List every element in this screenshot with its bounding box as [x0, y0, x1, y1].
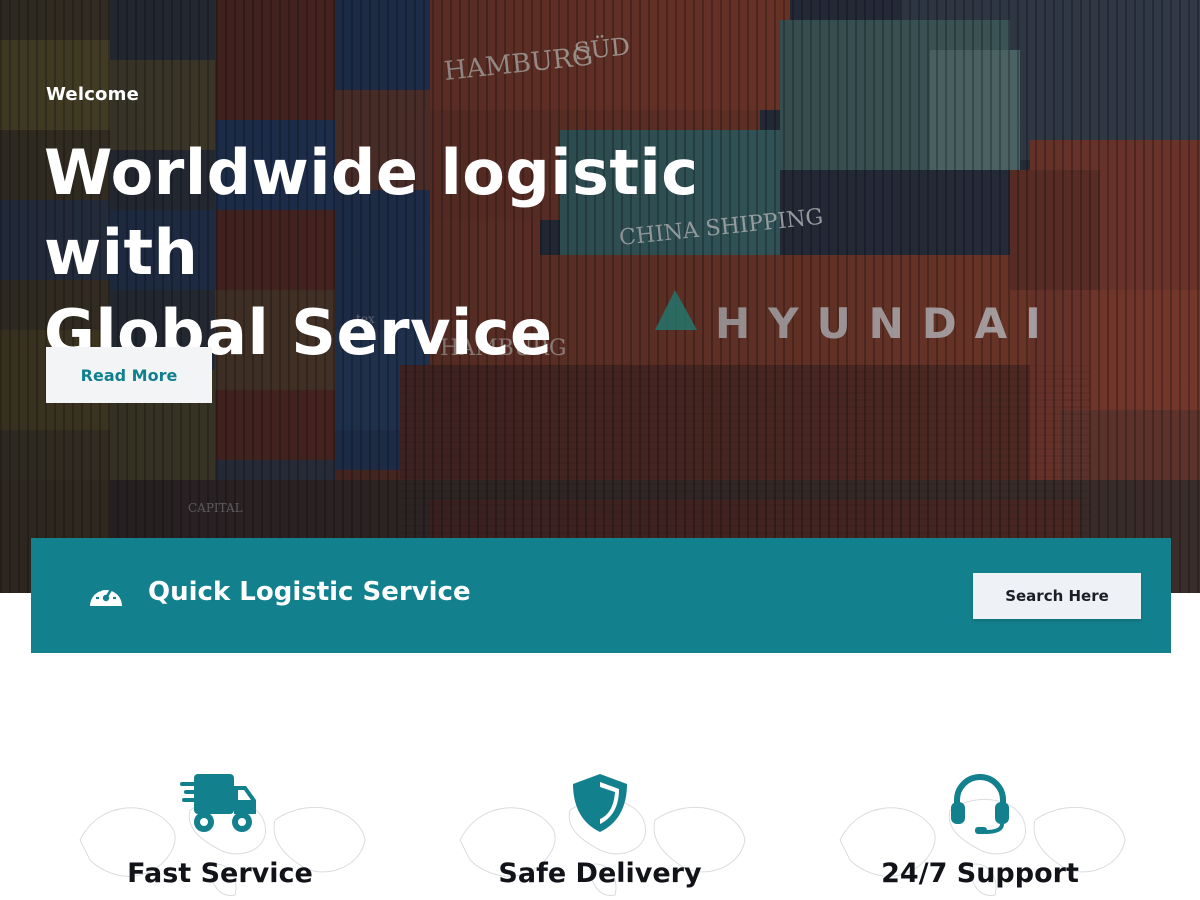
hero-title-line-1: Worldwide logistic with	[44, 136, 699, 289]
quick-logistic-bar: Quick Logistic Service Search Here	[31, 538, 1171, 653]
shield-icon	[573, 774, 627, 832]
read-more-button[interactable]: Read More	[46, 347, 212, 403]
hero-title: Worldwide logistic with Global Service	[44, 133, 864, 373]
feature-safe-delivery: Safe Delivery	[410, 760, 790, 900]
feature-fast-service: Fast Service	[30, 760, 410, 900]
feature-support: 24/7 Support	[790, 760, 1170, 900]
feature-label: Fast Service	[127, 858, 313, 889]
truck-icon	[180, 774, 256, 832]
search-here-button[interactable]: Search Here	[973, 573, 1141, 619]
speedometer-icon	[90, 585, 122, 606]
feature-label: Safe Delivery	[498, 858, 702, 889]
hero-eyebrow: Welcome	[46, 84, 139, 105]
quick-service-title: Quick Logistic Service	[148, 577, 471, 607]
hero-banner: HAMBURG SÜD HAMBURG CHINA SHIPPING HYUND…	[0, 0, 1200, 593]
headset-icon	[951, 774, 1009, 834]
feature-label: 24/7 Support	[881, 858, 1079, 889]
